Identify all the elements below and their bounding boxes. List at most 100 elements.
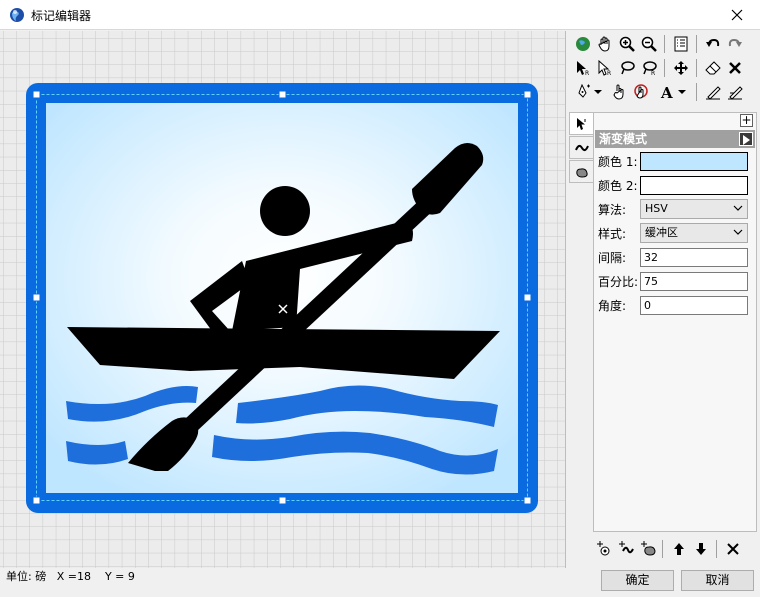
handle-tc[interactable] bbox=[278, 90, 287, 99]
fill-tool-button[interactable] bbox=[630, 81, 652, 103]
gradient-mode-title: 渐变模式 bbox=[599, 132, 648, 146]
algorithm-value: HSV bbox=[645, 202, 668, 215]
add-point-icon bbox=[597, 541, 610, 556]
title-bar: 标记编辑器 bbox=[0, 0, 760, 30]
eraser-button[interactable] bbox=[702, 57, 724, 79]
play-icon bbox=[743, 135, 750, 145]
color2-label: 颜色 2: bbox=[598, 179, 638, 193]
color1-swatch[interactable] bbox=[640, 152, 748, 171]
handle-bl[interactable] bbox=[32, 496, 41, 505]
gradient-panel: + 渐变模式 颜色 1: 颜色 2: 算法: HSV 样式: 缓冲区 间隔: 3… bbox=[593, 112, 757, 532]
pan-button[interactable] bbox=[594, 33, 616, 55]
fill-hand-icon bbox=[634, 84, 648, 99]
pencil-icon bbox=[706, 86, 721, 100]
angle-label: 角度: bbox=[598, 299, 627, 313]
style-value: 缓冲区 bbox=[645, 226, 678, 239]
globe-button[interactable] bbox=[572, 33, 594, 55]
delete-icon bbox=[729, 62, 741, 74]
zoom-out-icon bbox=[641, 36, 657, 52]
properties-button[interactable] bbox=[670, 33, 692, 55]
toolbar-separator bbox=[664, 59, 665, 77]
move-layer-down-button[interactable] bbox=[690, 538, 712, 560]
add-point-layer-button[interactable] bbox=[593, 538, 615, 560]
close-icon bbox=[731, 9, 743, 21]
point-tool-button[interactable] bbox=[608, 81, 630, 103]
pen-icon bbox=[578, 84, 590, 98]
select-tab-icon bbox=[576, 117, 585, 130]
ok-button[interactable]: 确定 bbox=[601, 570, 674, 591]
eraser-icon bbox=[705, 61, 721, 75]
lasso-r-button[interactable]: R bbox=[638, 57, 660, 79]
handle-bc[interactable] bbox=[278, 496, 287, 505]
zoom-out-button[interactable] bbox=[638, 33, 660, 55]
toolbar-separator bbox=[662, 540, 663, 558]
toolbar-separator bbox=[716, 540, 717, 558]
pencil-alt-icon bbox=[728, 86, 743, 100]
lasso-icon bbox=[621, 61, 635, 75]
redo-button[interactable] bbox=[724, 33, 746, 55]
delete-layer-button[interactable] bbox=[722, 538, 744, 560]
style-select[interactable]: 缓冲区 bbox=[640, 223, 748, 243]
cancel-button[interactable]: 取消 bbox=[681, 570, 754, 591]
unit-text: 单位: 磅 bbox=[6, 570, 47, 583]
globe-icon bbox=[10, 8, 24, 22]
svg-text:R: R bbox=[651, 70, 655, 76]
edit-path-alt-button[interactable] bbox=[724, 81, 746, 103]
tab-fill[interactable] bbox=[569, 160, 593, 183]
blob-icon bbox=[575, 167, 588, 178]
percent-input[interactable]: 75 bbox=[640, 272, 748, 291]
handle-tr[interactable] bbox=[523, 90, 532, 99]
add-fill-icon bbox=[641, 541, 656, 556]
delete-button[interactable] bbox=[724, 57, 746, 79]
zoom-in-icon bbox=[619, 36, 635, 52]
delete-icon bbox=[727, 543, 739, 555]
arrow-outline-icon: R bbox=[598, 60, 611, 76]
window-title: 标记编辑器 bbox=[31, 9, 92, 23]
text-icon: A bbox=[660, 84, 673, 100]
percent-label: 百分比: bbox=[598, 275, 639, 289]
handle-br[interactable] bbox=[523, 496, 532, 505]
handle-mr[interactable] bbox=[523, 293, 532, 302]
add-button[interactable]: + bbox=[740, 114, 753, 127]
algorithm-select[interactable]: HSV bbox=[640, 199, 748, 219]
globe-icon bbox=[576, 37, 590, 51]
select-r-button[interactable]: R bbox=[572, 57, 594, 79]
close-button[interactable] bbox=[714, 0, 760, 30]
toolbar-separator bbox=[696, 83, 697, 101]
algorithm-label: 算法: bbox=[598, 203, 627, 217]
chevron-down-icon bbox=[733, 205, 743, 211]
lasso-button[interactable] bbox=[616, 57, 638, 79]
color2-swatch[interactable] bbox=[640, 176, 748, 195]
symbol-canvas[interactable] bbox=[0, 31, 566, 568]
angle-input[interactable]: 0 bbox=[640, 296, 748, 315]
pen-tool-button[interactable] bbox=[572, 81, 594, 103]
list-icon bbox=[674, 36, 688, 52]
move-layer-up-button[interactable] bbox=[668, 538, 690, 560]
text-tool-button[interactable]: A bbox=[656, 81, 678, 103]
select-node-button[interactable]: R bbox=[594, 57, 616, 79]
svg-text:R: R bbox=[607, 70, 611, 76]
pen-dropdown[interactable] bbox=[592, 81, 604, 103]
edit-path-button[interactable] bbox=[702, 81, 724, 103]
tab-select[interactable] bbox=[569, 112, 593, 135]
tab-line[interactable] bbox=[569, 136, 593, 159]
paddler-head bbox=[260, 186, 310, 236]
status-bar: 单位: 磅 X =18 Y = 9 bbox=[0, 568, 566, 586]
chevron-down-icon bbox=[733, 229, 743, 235]
add-fill-layer-button[interactable] bbox=[637, 538, 659, 560]
handle-ml[interactable] bbox=[32, 293, 41, 302]
toolbar-separator bbox=[696, 35, 697, 53]
interval-input[interactable]: 32 bbox=[640, 248, 748, 267]
move-button[interactable] bbox=[670, 57, 692, 79]
arrow-up-icon bbox=[674, 543, 684, 555]
gradient-mode-expand[interactable] bbox=[739, 132, 753, 146]
svg-text:A: A bbox=[660, 84, 673, 100]
interval-label: 间隔: bbox=[598, 251, 627, 265]
add-line-layer-button[interactable] bbox=[615, 538, 637, 560]
handle-tl[interactable] bbox=[32, 90, 41, 99]
zoom-in-button[interactable] bbox=[616, 33, 638, 55]
side-tabs bbox=[569, 112, 593, 184]
text-dropdown[interactable] bbox=[676, 81, 688, 103]
dropdown-arrow-icon bbox=[678, 90, 686, 94]
undo-button[interactable] bbox=[702, 33, 724, 55]
